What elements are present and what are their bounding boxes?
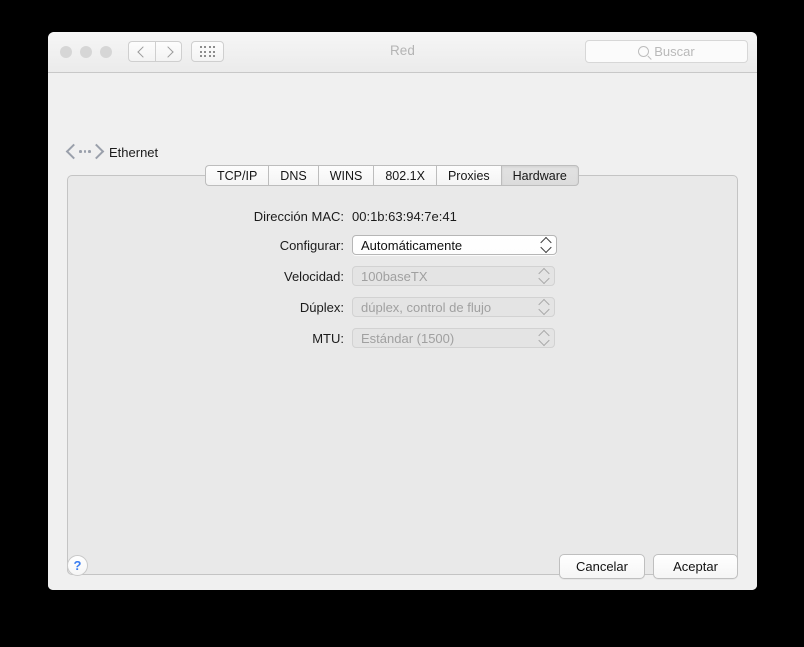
speed-popup-button: 100baseTX	[352, 266, 555, 286]
speed-value: 100baseTX	[361, 268, 428, 284]
tab-tcpip[interactable]: TCP/IP	[205, 165, 269, 186]
search-field[interactable]: Buscar	[585, 40, 748, 63]
speed-label: Velocidad:	[284, 268, 344, 284]
duplex-label: Dúplex:	[299, 299, 344, 315]
service-header: Ethernet	[65, 143, 159, 161]
accept-button[interactable]: Aceptar	[653, 554, 738, 579]
duplex-value: dúplex, control de flujo	[361, 299, 492, 315]
mtu-value: Estándar (1500)	[361, 330, 455, 346]
configure-popup-button[interactable]: Automáticamente	[352, 235, 557, 255]
mtu-label: MTU:	[312, 330, 344, 346]
search-placeholder: Buscar	[654, 44, 695, 59]
duplex-popup-button: dúplex, control de flujo	[352, 297, 555, 317]
mac-address-row: Dirección MAC: 00:1b:63:94:7e:41	[68, 209, 457, 224]
configure-row: Configurar: Automáticamente	[68, 235, 557, 255]
network-preferences-window: Red Buscar Ethernet TCP/IP DNS WINS 802.…	[48, 32, 757, 590]
mac-address-label: Dirección MAC:	[253, 209, 344, 224]
tab-dns[interactable]: DNS	[268, 165, 318, 186]
tab-hardware[interactable]: Hardware	[500, 165, 579, 186]
duplex-row: Dúplex: dúplex, control de flujo	[68, 297, 555, 317]
search-icon	[638, 46, 650, 57]
mtu-popup-button: Estándar (1500)	[352, 328, 555, 348]
ethernet-icon	[65, 143, 105, 161]
chevron-updown-icon	[538, 267, 550, 285]
tab-proxies[interactable]: Proxies	[435, 165, 501, 186]
tab-8021x[interactable]: 802.1X	[373, 165, 436, 186]
settings-tabbar: TCP/IP DNS WINS 802.1X Proxies Hardware	[205, 165, 579, 186]
cancel-button[interactable]: Cancelar	[558, 554, 645, 579]
hardware-settings-panel: Dirección MAC: 00:1b:63:94:7e:41 Configu…	[67, 175, 738, 575]
chevron-updown-icon	[538, 329, 550, 347]
configure-label: Configurar:	[279, 237, 344, 253]
help-button[interactable]: ?	[67, 555, 88, 576]
service-name: Ethernet	[109, 144, 159, 160]
chevron-updown-icon	[540, 236, 552, 254]
window-body: Ethernet TCP/IP DNS WINS 802.1X Proxies …	[48, 73, 757, 590]
tab-wins[interactable]: WINS	[317, 165, 374, 186]
mtu-row: MTU: Estándar (1500)	[68, 328, 555, 348]
mac-address-value: 00:1b:63:94:7e:41	[352, 209, 457, 224]
speed-row: Velocidad: 100baseTX	[68, 266, 555, 286]
chevron-updown-icon	[538, 298, 550, 316]
configure-value: Automáticamente	[361, 237, 463, 253]
window-titlebar: Red Buscar	[48, 32, 757, 73]
